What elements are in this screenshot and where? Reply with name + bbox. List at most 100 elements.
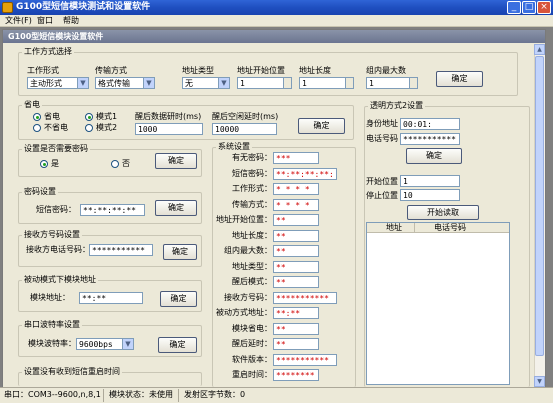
power-save-confirm-button[interactable]: 确定 [298, 118, 345, 134]
addr-type-label: 地址类型 [182, 66, 214, 75]
system-row-value: ** [273, 260, 319, 273]
system-row-value: ** [273, 245, 319, 257]
system-row-label: 工作形式： [232, 184, 272, 193]
password-no-label: 否 [122, 159, 130, 168]
system-row-label: 重启时间： [232, 370, 272, 379]
status-divider [103, 389, 104, 402]
start-pos-input[interactable]: 1 [400, 175, 460, 187]
system-row-value: ** [273, 229, 319, 242]
power-save-group-label: 省电 [22, 100, 42, 110]
baud-label: 模块波特率： [28, 339, 76, 348]
status-divider [178, 389, 179, 402]
need-password-group-label: 设置是否需要密码 [22, 144, 90, 154]
chevron-down-icon[interactable]: ▼ [218, 78, 229, 88]
menu-window[interactable]: 窗口 [37, 15, 53, 27]
list-col-phone[interactable]: 电话号码 [434, 223, 466, 233]
stop-pos-input[interactable]: 10 [400, 189, 460, 201]
scroll-up-icon[interactable]: ▲ [534, 44, 545, 55]
system-group-label: 系统设置 [216, 142, 252, 152]
addr-len-label: 地址长度 [299, 66, 331, 75]
need-password-confirm-button[interactable]: 确定 [155, 153, 197, 169]
chevron-down-icon[interactable]: ▼ [143, 78, 154, 88]
id-addr-label: 身份地址 [366, 119, 398, 128]
chevron-down-icon[interactable]: ▼ [77, 78, 88, 88]
minimize-button[interactable]: _ [507, 1, 521, 14]
child-window-title: G100型短信模块设置软件 [3, 30, 545, 43]
system-row-value: ** [273, 214, 319, 226]
no-sms-time-group-label: 设置没有收到短信重启时间 [22, 367, 122, 377]
password-confirm-button[interactable]: 确定 [155, 200, 197, 216]
work-mode-group-label: 工作方式选择 [22, 47, 74, 57]
system-row-label: 被动方式地址： [216, 308, 272, 317]
password-yes-radio[interactable] [40, 160, 48, 168]
id-addr-input[interactable]: 00:01: [400, 118, 460, 130]
baud-confirm-button[interactable]: 确定 [158, 337, 197, 353]
power-save-off-label: 不省电 [44, 123, 68, 132]
system-row-value: **:**:**:**: [273, 167, 337, 180]
system-row-value: * * * * [273, 183, 319, 195]
menu-file[interactable]: 文件(F) [5, 15, 32, 27]
app-title: G100型短信模块测试和设置软件 [16, 2, 151, 12]
list-col-address[interactable]: 地址 [386, 223, 402, 233]
transparent-group-label: 透明方式2设置 [368, 101, 426, 111]
password-input[interactable]: **:**:**:** [80, 204, 145, 216]
work-mode-confirm-button[interactable]: 确定 [436, 71, 483, 87]
phone-input[interactable]: *********** [400, 133, 460, 145]
addr-start-label: 地址开始位置 [237, 66, 285, 75]
passive-addr-confirm-button[interactable]: 确定 [160, 291, 197, 307]
group-max-label: 组内最大数 [366, 66, 406, 75]
spin-icon[interactable] [283, 78, 291, 88]
mode2-label: 模式2 [96, 123, 118, 132]
stop-pos-label: 停止位置 [366, 191, 398, 200]
power-save-off-radio[interactable] [33, 124, 41, 132]
password-no-radio[interactable] [111, 160, 119, 168]
system-row-label: 模块省电： [232, 323, 272, 333]
system-row-label: 短信密码： [232, 168, 272, 178]
system-row-value: ** [273, 276, 319, 288]
system-row-value: *** [273, 152, 319, 164]
receiver-phone-label: 接收方电话号码： [26, 245, 90, 254]
list-col-divider [414, 223, 415, 233]
idle-delay-label: 醒后空闲延时(ms) [212, 112, 279, 121]
idle-delay-input[interactable]: 10000 [212, 123, 277, 135]
mode2-radio[interactable] [85, 124, 93, 132]
spin-icon[interactable] [345, 78, 353, 88]
passive-addr-input[interactable]: **:** [79, 292, 143, 304]
menu-help[interactable]: 帮助 [63, 15, 79, 27]
power-save-on-radio[interactable] [33, 113, 41, 121]
chevron-down-icon[interactable]: ▼ [122, 339, 133, 349]
system-row-label: 地址类型： [232, 261, 272, 271]
system-row-value: *********** [273, 353, 337, 366]
system-row-label: 醒后延时： [232, 339, 272, 348]
wake-delay-input[interactable]: 1000 [135, 123, 203, 135]
maximize-button[interactable]: □ [522, 1, 536, 14]
start-read-button[interactable]: 开始读取 [407, 205, 479, 220]
scroll-thumb[interactable] [535, 56, 544, 356]
system-row-value: * * * * [273, 198, 319, 211]
receiver-phone-confirm-button[interactable]: 确定 [163, 244, 197, 260]
receiver-phone-input[interactable]: *********** [89, 244, 153, 256]
system-row-value: ** [273, 322, 319, 335]
mode1-label: 模式1 [96, 112, 118, 121]
system-row-label: 有无密码： [232, 153, 272, 162]
start-pos-label: 开始位置 [366, 177, 398, 186]
transparent-confirm-button[interactable]: 确定 [406, 148, 462, 164]
mode1-radio[interactable] [85, 113, 93, 121]
password-yes-label: 是 [51, 159, 59, 168]
passive-addr-group-label: 被动模式下模块地址 [22, 275, 98, 285]
password-set-group-label: 密码设置 [22, 187, 58, 197]
status-module: 模块状态：未使用 [109, 390, 173, 399]
address-phone-list[interactable] [366, 222, 510, 385]
password-label: 短信密码： [36, 205, 76, 214]
close-button[interactable]: × [537, 1, 551, 14]
status-port: 串口：COM3--9600,n,8,1 [4, 390, 101, 399]
system-row-label: 传输方式： [232, 199, 272, 209]
transfer-label: 传输方式 [95, 66, 127, 75]
scroll-down-icon[interactable]: ▼ [534, 376, 545, 387]
spin-icon[interactable] [409, 78, 417, 88]
menu-bar [0, 15, 553, 27]
phone-label: 电话号码 [366, 134, 398, 143]
system-row-value: **:** [273, 307, 319, 319]
system-row-value: ** [273, 338, 319, 350]
work-form-label: 工作形式 [27, 66, 59, 75]
